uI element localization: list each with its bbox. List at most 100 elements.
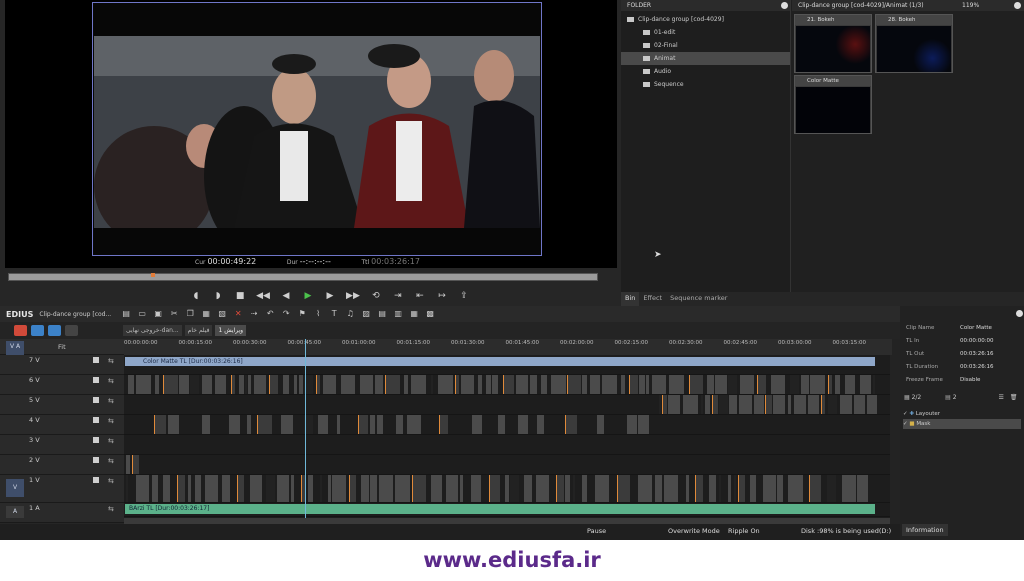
tree-item-sequence[interactable]: Sequence — [621, 78, 790, 91]
clip-segment[interactable] — [728, 475, 731, 502]
redo-icon[interactable]: ↷ — [281, 309, 291, 319]
clip-segment[interactable] — [379, 475, 393, 502]
insert-mode-icon[interactable] — [14, 325, 27, 336]
clip-segment[interactable] — [719, 475, 721, 502]
tree-item-01-edit[interactable]: 01-edit — [621, 26, 790, 39]
clip-segment[interactable] — [840, 395, 852, 414]
clip-segment[interactable] — [318, 415, 328, 434]
timeline-ruler[interactable]: 00:00:00:0000:00:15:0000:00:30:0000:00:4… — [124, 339, 892, 355]
clip-segment[interactable] — [308, 475, 313, 502]
zoom-fit-select[interactable]: Fit — [58, 343, 66, 351]
set-in-icon[interactable]: ◖ — [190, 290, 202, 302]
razor-icon[interactable]: ⌇ — [313, 309, 323, 319]
sync-icon[interactable]: ⇆ — [108, 505, 118, 514]
clip-segment[interactable] — [537, 415, 544, 434]
clip-segment[interactable] — [328, 475, 331, 502]
clip-segment[interactable] — [582, 475, 587, 502]
clip-segment[interactable] — [565, 415, 577, 434]
fast-forward-icon[interactable]: ▶▶ — [346, 290, 360, 302]
sync-icon[interactable]: ⇆ — [108, 457, 118, 466]
clip-segment[interactable] — [621, 375, 625, 394]
clip-segment[interactable] — [652, 375, 666, 394]
title-icon[interactable]: T — [329, 309, 339, 319]
track-7v[interactable]: 7 V ⇆ — [0, 355, 124, 375]
clip-segment[interactable] — [638, 475, 652, 502]
lane-1v[interactable] — [124, 475, 890, 503]
clip-segment[interactable] — [541, 375, 547, 394]
clip-segment[interactable] — [407, 415, 421, 434]
clip-segment[interactable] — [128, 375, 134, 394]
clip-segment[interactable] — [439, 415, 448, 434]
sync-lock-icon[interactable] — [48, 325, 61, 336]
clip-segment[interactable] — [505, 475, 509, 502]
tab-sequence-marker[interactable]: Sequence marker — [666, 292, 731, 306]
clip-segment[interactable] — [689, 375, 703, 394]
clip-segment[interactable] — [126, 455, 130, 474]
clip-segment[interactable] — [835, 375, 840, 394]
clip-segment[interactable] — [248, 375, 251, 394]
clip-segment[interactable] — [404, 375, 408, 394]
clip-segment[interactable] — [750, 475, 756, 502]
clip-segment[interactable] — [627, 415, 637, 434]
clip-segment[interactable] — [215, 375, 226, 394]
clip-segment[interactable] — [257, 415, 272, 434]
clip-segment[interactable] — [518, 415, 528, 434]
clip-segment[interactable] — [358, 415, 368, 434]
clip-segment[interactable] — [734, 475, 736, 502]
clip-segment[interactable] — [701, 395, 703, 414]
clip-info-icon[interactable]: ▤ — [377, 309, 387, 319]
lane-7v[interactable]: Color Matte TL [Dur:00:03:26:16] — [124, 355, 890, 375]
sync-icon[interactable]: ⇆ — [108, 377, 118, 386]
scrub-marker[interactable] — [151, 273, 155, 277]
clip-segment[interactable] — [788, 395, 791, 414]
clip-segment[interactable] — [461, 375, 474, 394]
lane-3v[interactable] — [124, 435, 890, 455]
paste-icon[interactable]: ▦ — [201, 309, 211, 319]
clip-segment[interactable] — [375, 375, 383, 394]
playhead[interactable] — [305, 339, 306, 529]
clip-segment[interactable] — [132, 455, 139, 474]
clip-segment[interactable] — [492, 375, 498, 394]
clip-segment[interactable] — [655, 475, 662, 502]
marker-icon[interactable]: ⚑ — [297, 309, 307, 319]
clip-segment[interactable] — [231, 375, 235, 394]
lane-4v[interactable] — [124, 415, 890, 435]
clip-segment[interactable] — [229, 415, 240, 434]
clip-segment[interactable] — [827, 475, 836, 502]
checkbox-icon[interactable]: ✓ — [903, 411, 908, 417]
seq-tab-raw[interactable]: فیلم خام — [184, 325, 213, 336]
clip-segment[interactable] — [177, 475, 185, 502]
clip-color-matte[interactable]: Color Matte — [794, 75, 872, 134]
clip-segment[interactable] — [281, 415, 293, 434]
clip-segment[interactable] — [510, 475, 519, 502]
trash-icon[interactable]: 🗑 — [1010, 394, 1018, 401]
audio-clip[interactable]: BArzi TL [Dur:00:03:26:17] — [125, 504, 875, 514]
tab-effect[interactable]: Effect — [639, 292, 666, 306]
clip-segment[interactable] — [582, 375, 587, 394]
clip-segment[interactable] — [154, 415, 166, 434]
clip-segment[interactable] — [503, 375, 514, 394]
clip-segment[interactable] — [754, 395, 764, 414]
rewind-icon[interactable]: ◀◀ — [256, 290, 270, 302]
clip-segment[interactable] — [299, 375, 303, 394]
clip-segment[interactable] — [155, 375, 159, 394]
clip-segment[interactable] — [639, 375, 645, 394]
clip-segment[interactable] — [821, 395, 825, 414]
sync-icon[interactable]: ▥ — [393, 309, 403, 319]
export-icon[interactable]: ⇪ — [458, 290, 470, 302]
delete-icon[interactable]: ✕ — [233, 309, 243, 319]
clip-segment[interactable] — [551, 375, 566, 394]
clip-segment[interactable] — [757, 375, 766, 394]
paste-special-icon[interactable]: ▧ — [217, 309, 227, 319]
video-viewport[interactable]: Cur 00:00:49:22 Dur --:--:--:-- Ttl 00:03:2… — [5, 0, 617, 268]
clip-segment[interactable] — [530, 375, 537, 394]
clip-segment[interactable] — [277, 475, 289, 502]
track-1a[interactable]: A 1 A ⇆ — [0, 503, 124, 523]
track-5v[interactable]: 5 V ⇆ — [0, 395, 124, 415]
clip-segment[interactable] — [828, 375, 832, 394]
clip-segment[interactable] — [136, 475, 149, 502]
track-a-label[interactable]: A — [6, 506, 24, 518]
lane-6v[interactable] — [124, 375, 890, 395]
group-icon[interactable]: ▦ — [409, 309, 419, 319]
set-out-icon[interactable]: ◗ — [212, 290, 224, 302]
